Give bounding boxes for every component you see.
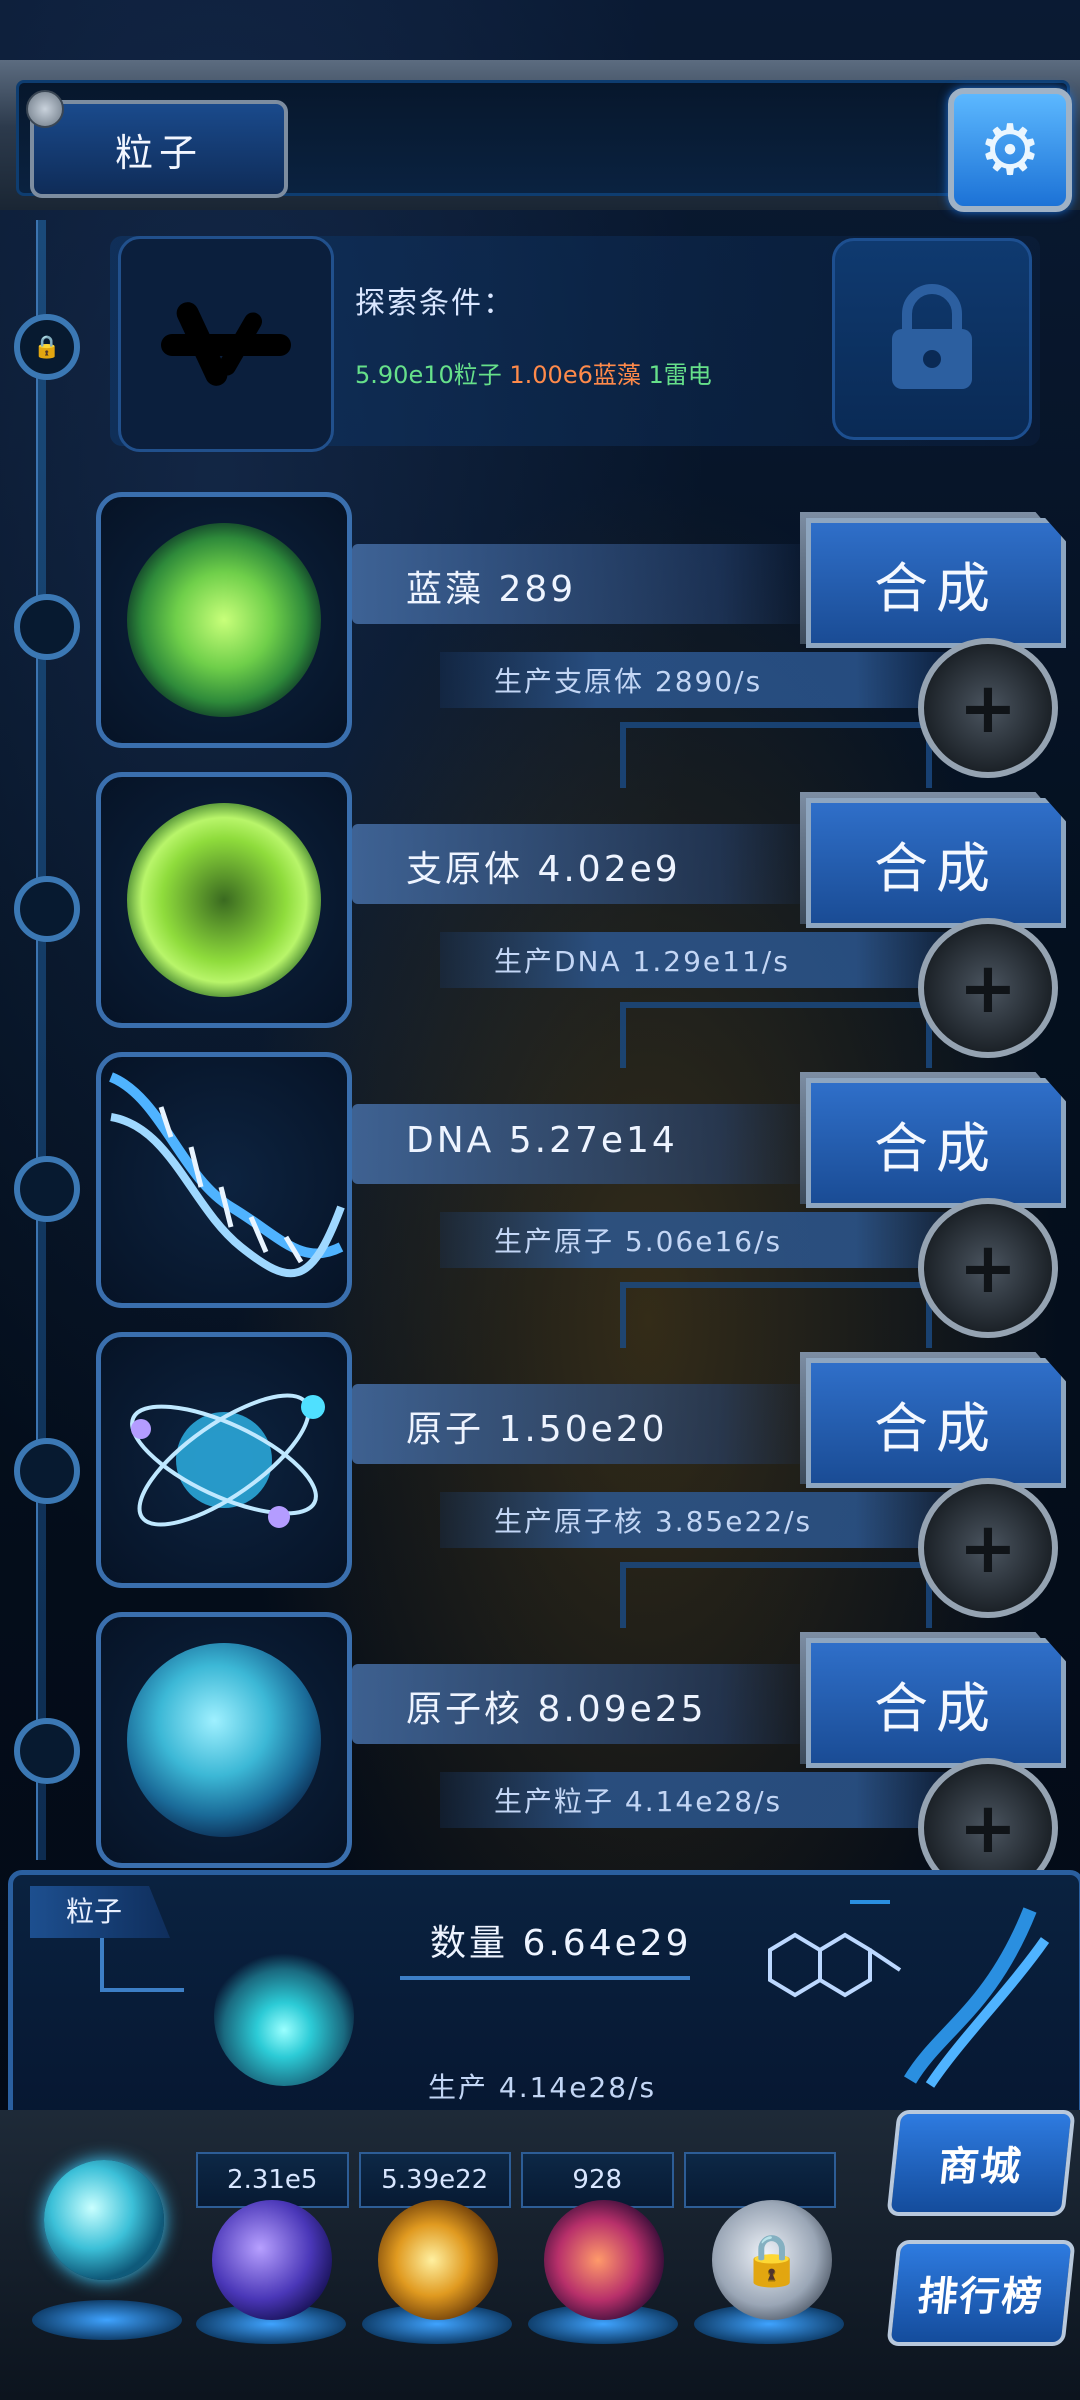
unlock-button[interactable] (832, 238, 1032, 440)
shop-button[interactable]: 商城 (886, 2110, 1076, 2216)
req-thunder: 1雷电 (648, 361, 712, 389)
tab-locked-orb[interactable]: 🔒 (712, 2200, 832, 2320)
silhouette-icon (161, 302, 291, 386)
synthesize-button[interactable]: 合成 (806, 518, 1066, 648)
item-row-algae: 蓝藻 289 生产支原体 2890/s 合成 + (0, 492, 1080, 788)
particle-production: 生产 4.14e28/s (428, 2071, 657, 2104)
dock-pad (32, 2300, 182, 2340)
explore-requirements: 5.90e10粒子 1.00e6蓝藻 1雷电 (355, 355, 712, 390)
nucleus-thumbnail (96, 1612, 352, 1868)
particle-count: 数量 6.64e29 (430, 1923, 692, 1964)
item-row-dna: DNA 5.27e14 生产原子 5.06e16/s 合成 + (0, 1052, 1080, 1348)
item-row-atom: 原子 1.50e20 生产原子核 3.85e22/s 合成 + (0, 1332, 1080, 1628)
plus-icon: + (958, 1227, 1018, 1309)
lock-icon (892, 284, 972, 389)
circuit-line (100, 1938, 184, 1992)
item-name: 支原体 4.02e9 (406, 849, 681, 890)
item-row-nucleus: 原子核 8.09e25 生产粒子 4.14e28/s 合成 + (0, 1612, 1080, 1898)
production-rate: 生产原子 5.06e16/s (494, 1225, 783, 1258)
production-rate: 生产支原体 2890/s (494, 665, 763, 698)
upgrade-plus-button[interactable]: + (918, 1198, 1058, 1338)
atom-icon (130, 1393, 325, 1528)
stat-locked (683, 2152, 836, 2208)
tab-brain-orb[interactable] (544, 2200, 664, 2320)
settings-button[interactable]: ⚙ (948, 88, 1072, 212)
tab-galaxy-orb[interactable] (378, 2200, 498, 2320)
dna-helix-icon (108, 1072, 345, 1278)
leaderboard-button[interactable]: 排行榜 (886, 2240, 1076, 2346)
upgrade-plus-button[interactable]: + (918, 918, 1058, 1058)
production-rate: 生产DNA 1.29e11/s (494, 945, 790, 978)
lock-icon: 🔒 (740, 2230, 804, 2289)
rail-lock-icon: 🔒 (14, 314, 80, 380)
plus-icon: + (958, 1787, 1018, 1869)
item-name: 原子核 8.09e25 (406, 1689, 707, 1730)
synthesize-button[interactable]: 合成 (806, 1078, 1066, 1208)
page-title: 粒子 (30, 100, 288, 198)
nucleus-icon (127, 1643, 321, 1837)
item-row-mycoplasma: 支原体 4.02e9 生产DNA 1.29e11/s 合成 + (0, 772, 1080, 1068)
synthesize-button[interactable]: 合成 (806, 1638, 1066, 1768)
locked-item-thumbnail (118, 236, 334, 452)
plus-icon: + (958, 1507, 1018, 1589)
atom-thumbnail (96, 1332, 352, 1588)
synthesize-button[interactable]: 合成 (806, 798, 1066, 928)
production-rate: 生产粒子 4.14e28/s (494, 1785, 783, 1818)
req-particle: 5.90e10粒子 (355, 361, 502, 389)
algae-cell-icon (127, 523, 321, 717)
tab-thunder-orb[interactable] (212, 2200, 332, 2320)
dna-thumbnail (96, 1052, 352, 1308)
circuit-line (400, 1976, 690, 1980)
tab-particle-orb[interactable] (44, 2160, 164, 2280)
item-name: 原子 1.50e20 (406, 1409, 668, 1450)
algae-thumbnail (96, 492, 352, 748)
gear-icon: ⚙ (978, 109, 1042, 191)
explore-condition-label: 探索条件： (355, 286, 515, 321)
item-name: DNA 5.27e14 (406, 1120, 678, 1161)
plus-icon: + (958, 947, 1018, 1029)
particle-orb-icon (214, 1946, 354, 2086)
plus-icon: + (958, 667, 1018, 749)
synthesize-button[interactable]: 合成 (806, 1358, 1066, 1488)
production-rate: 生产原子核 3.85e22/s (494, 1505, 813, 1538)
upgrade-plus-button[interactable]: + (918, 638, 1058, 778)
summary-tag: 粒子 (30, 1886, 170, 1938)
bolt-icon (26, 90, 64, 128)
upgrade-plus-button[interactable]: + (918, 1478, 1058, 1618)
mycoplasma-cell-icon (127, 803, 321, 997)
mycoplasma-thumbnail (96, 772, 352, 1028)
req-algae: 1.00e6蓝藻 (509, 361, 641, 389)
molecule-dna-decoration-icon (768, 1900, 1050, 2088)
item-name: 蓝藻 289 (406, 569, 577, 610)
resource-stats: 2.31e5 5.39e22 928 (196, 2152, 846, 2208)
